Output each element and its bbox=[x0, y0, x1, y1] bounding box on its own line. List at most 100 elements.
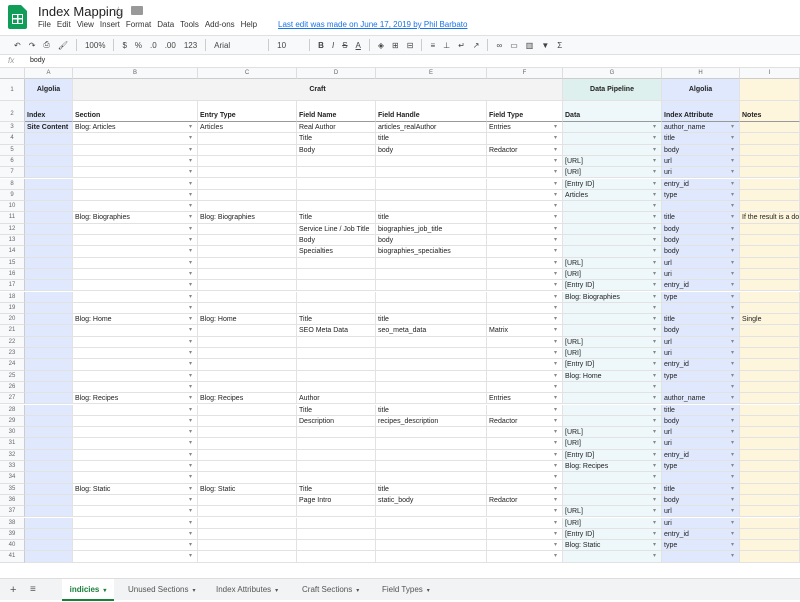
row-header[interactable]: 33 bbox=[0, 461, 25, 473]
cell[interactable] bbox=[487, 133, 563, 145]
cell[interactable]: Redactor bbox=[487, 494, 563, 507]
chevron-down-icon[interactable]: ▾ bbox=[554, 123, 557, 130]
sheet-tab-index-attributes[interactable]: Index Attributes ▾ bbox=[212, 579, 294, 601]
cell[interactable]: Blog: Static bbox=[563, 540, 662, 552]
chevron-down-icon[interactable]: ▾ bbox=[554, 270, 557, 277]
cell[interactable] bbox=[563, 212, 662, 224]
cell[interactable] bbox=[376, 291, 487, 303]
chevron-down-icon[interactable]: ▾ bbox=[653, 259, 656, 266]
cell[interactable] bbox=[376, 517, 487, 529]
cell[interactable]: [URL] bbox=[563, 257, 662, 269]
chevron-down-icon[interactable]: ▾ bbox=[189, 304, 192, 311]
chevron-down-icon[interactable]: ▾ bbox=[731, 326, 734, 333]
chevron-down-icon[interactable]: ▾ bbox=[189, 247, 192, 254]
cell[interactable] bbox=[297, 302, 376, 315]
cell[interactable]: biographies_job_title bbox=[376, 223, 487, 235]
cell[interactable] bbox=[25, 235, 73, 247]
column-header-G[interactable]: G bbox=[563, 68, 662, 79]
cell[interactable]: SEO Meta Data bbox=[297, 325, 376, 337]
cell[interactable] bbox=[198, 472, 297, 484]
chevron-down-icon[interactable]: ▾ bbox=[653, 552, 656, 559]
chevron-down-icon[interactable]: ▾ bbox=[653, 360, 656, 367]
chevron-down-icon[interactable]: ▾ bbox=[731, 428, 734, 435]
chevron-down-icon[interactable]: ▾ bbox=[554, 304, 557, 311]
cell[interactable] bbox=[297, 155, 376, 168]
chevron-down-icon[interactable]: ▾ bbox=[731, 123, 734, 130]
column-header-C[interactable]: C bbox=[198, 68, 297, 79]
chevron-down-icon[interactable]: ▾ bbox=[653, 485, 656, 492]
chevron-down-icon[interactable]: ▾ bbox=[189, 360, 192, 367]
row-header[interactable]: 25 bbox=[0, 370, 25, 382]
cell[interactable]: Real Author bbox=[297, 122, 376, 134]
chevron-down-icon[interactable]: ▾ bbox=[731, 191, 734, 198]
cell[interactable]: Entries bbox=[487, 122, 563, 134]
text-wrap-icon[interactable]: ↵ bbox=[458, 41, 465, 50]
cell[interactable] bbox=[487, 257, 563, 269]
row-header[interactable]: 21 bbox=[0, 325, 25, 337]
cell[interactable] bbox=[25, 404, 73, 416]
cell[interactable] bbox=[73, 336, 198, 348]
chevron-down-icon[interactable]: ▾ bbox=[554, 157, 557, 164]
cell[interactable]: url bbox=[662, 155, 740, 168]
cell[interactable] bbox=[487, 427, 563, 439]
chevron-down-icon[interactable]: ▾ bbox=[554, 406, 557, 413]
row-header[interactable]: 20 bbox=[0, 314, 25, 326]
decrease-decimal-button[interactable]: .0 bbox=[150, 41, 157, 50]
cell[interactable]: Articles bbox=[563, 189, 662, 202]
menu-format[interactable]: Format bbox=[126, 20, 151, 29]
cell[interactable]: body bbox=[662, 415, 740, 428]
cell[interactable] bbox=[376, 268, 487, 281]
cell[interactable]: Title bbox=[297, 483, 376, 495]
cell[interactable] bbox=[73, 494, 198, 507]
cell[interactable]: Blog: Recipes bbox=[563, 461, 662, 473]
chevron-down-icon[interactable]: ▾ bbox=[653, 270, 656, 277]
sheet-tab-unused-sections[interactable]: Unused Sections ▾ bbox=[124, 579, 206, 601]
chevron-down-icon[interactable]: ▾ bbox=[189, 439, 192, 446]
row-header[interactable]: 2 bbox=[0, 101, 25, 122]
cell[interactable] bbox=[25, 438, 73, 450]
cell[interactable]: title bbox=[376, 212, 487, 224]
cell[interactable] bbox=[198, 144, 297, 156]
paint-format-icon[interactable]: 🖌 bbox=[58, 41, 68, 50]
cell[interactable] bbox=[198, 291, 297, 303]
chevron-down-icon[interactable]: ▾ bbox=[189, 180, 192, 187]
cell[interactable]: Redactor bbox=[487, 144, 563, 156]
chevron-down-icon[interactable]: ▾ bbox=[554, 451, 557, 458]
chevron-down-icon[interactable]: ▾ bbox=[731, 394, 734, 401]
chevron-down-icon[interactable]: ▾ bbox=[554, 394, 557, 401]
row-header[interactable]: 38 bbox=[0, 517, 25, 529]
cell[interactable] bbox=[73, 348, 198, 360]
cell[interactable]: body bbox=[662, 235, 740, 247]
cell[interactable] bbox=[740, 167, 800, 179]
chevron-down-icon[interactable]: ▾ bbox=[653, 428, 656, 435]
cell[interactable] bbox=[487, 291, 563, 303]
cell[interactable]: url bbox=[662, 427, 740, 439]
cell[interactable]: body bbox=[662, 144, 740, 156]
chevron-down-icon[interactable]: ▾ bbox=[731, 293, 734, 300]
chevron-down-icon[interactable]: ▾ bbox=[189, 259, 192, 266]
borders-icon[interactable]: ⊞ bbox=[392, 41, 399, 50]
cell[interactable] bbox=[25, 291, 73, 303]
cell[interactable] bbox=[198, 461, 297, 473]
cell[interactable] bbox=[487, 517, 563, 529]
chevron-down-icon[interactable]: ▾ bbox=[653, 496, 656, 503]
cell[interactable]: type bbox=[662, 540, 740, 552]
chevron-down-icon[interactable]: ▾ bbox=[554, 473, 557, 480]
cell[interactable] bbox=[376, 257, 487, 269]
cell[interactable] bbox=[25, 155, 73, 168]
cell[interactable] bbox=[73, 189, 198, 202]
cell[interactable] bbox=[563, 201, 662, 213]
cell[interactable] bbox=[25, 144, 73, 156]
row-header[interactable]: 37 bbox=[0, 506, 25, 518]
menu-view[interactable]: View bbox=[77, 20, 94, 29]
cell[interactable] bbox=[198, 551, 297, 563]
row-header[interactable]: 14 bbox=[0, 246, 25, 258]
cell[interactable] bbox=[25, 449, 73, 461]
column-header-A[interactable]: A bbox=[25, 68, 73, 79]
zoom-select[interactable]: 100% bbox=[85, 41, 105, 50]
cell[interactable]: seo_meta_data bbox=[376, 325, 487, 337]
cell[interactable]: static_body bbox=[376, 494, 487, 507]
chevron-down-icon[interactable]: ▾ bbox=[554, 146, 557, 153]
row-header[interactable]: 3 bbox=[0, 122, 25, 134]
chevron-down-icon[interactable]: ▾ bbox=[731, 338, 734, 345]
